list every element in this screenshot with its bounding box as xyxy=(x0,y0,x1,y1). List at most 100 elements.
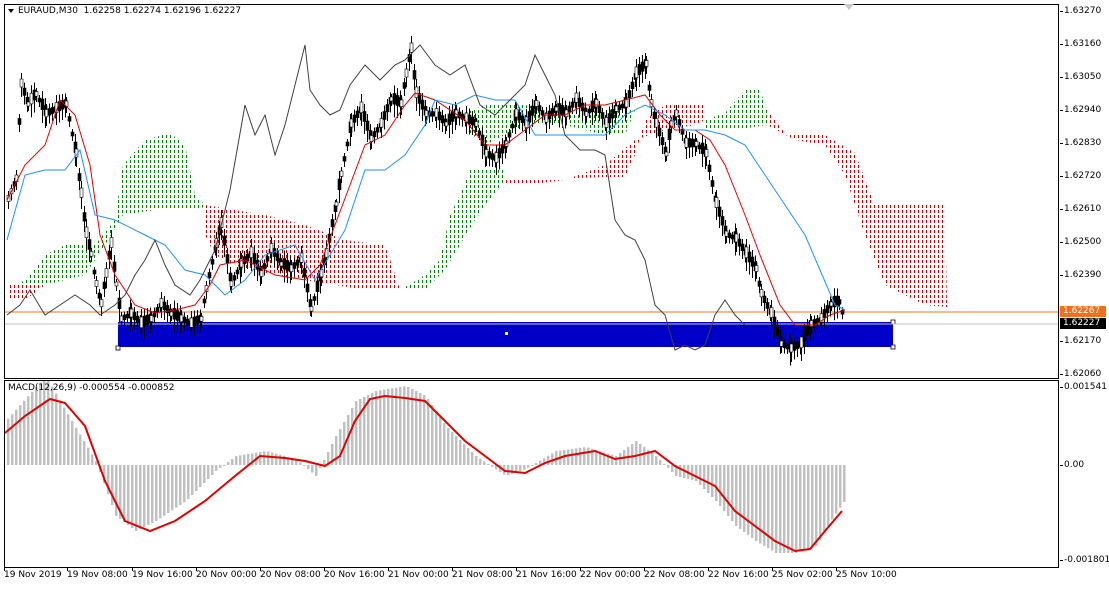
candle-body xyxy=(22,87,27,96)
price-tick-label: 1.62830 xyxy=(1059,138,1102,148)
candle-body xyxy=(497,148,502,159)
macd-histogram-bar xyxy=(199,465,202,487)
candle-body xyxy=(279,261,284,267)
macd-histogram-bar xyxy=(787,465,790,553)
candle-body xyxy=(132,312,137,321)
candle-body xyxy=(837,299,842,305)
candle-body xyxy=(109,237,114,248)
macd-histogram-bar xyxy=(271,452,274,465)
time-tick-label: 20 Nov 16:00 xyxy=(324,568,385,580)
macd-histogram-bar xyxy=(651,453,654,465)
macd-histogram-bar xyxy=(167,465,170,513)
time-tick-label: 21 Nov 00:00 xyxy=(388,568,449,580)
candle-body xyxy=(520,115,525,123)
macd-histogram-bar xyxy=(667,465,670,468)
candle-body xyxy=(792,342,797,351)
macd-histogram-bar xyxy=(299,462,302,465)
candle-body xyxy=(412,70,417,80)
candle-body xyxy=(540,110,545,116)
chart-shift-marker-icon[interactable] xyxy=(844,4,854,10)
macd-histogram-bar xyxy=(43,381,46,465)
candle-body xyxy=(192,316,197,326)
candle-body xyxy=(654,118,659,128)
macd-histogram-bar xyxy=(35,387,38,465)
candle-body xyxy=(640,61,645,72)
candle-body xyxy=(657,127,662,137)
macd-histogram-bar xyxy=(643,447,646,465)
macd-histogram-bar xyxy=(115,465,118,516)
candle-body xyxy=(207,272,212,279)
candle-body xyxy=(474,121,479,127)
macd-histogram-bar xyxy=(731,465,734,521)
macd-histogram-bar xyxy=(63,407,66,465)
candle-body xyxy=(342,156,347,162)
macd-histogram-bar xyxy=(523,465,526,470)
candle-body xyxy=(404,68,409,78)
candle-body xyxy=(114,281,119,287)
macd-histogram-bar xyxy=(483,461,486,465)
macd-histogram-bar xyxy=(379,390,382,465)
candle-body xyxy=(587,108,592,114)
candle-body xyxy=(430,111,435,117)
kumo-bear-cloud xyxy=(767,110,947,307)
candle-body xyxy=(765,302,770,309)
chart-menu-icon[interactable] xyxy=(8,8,14,13)
candle-body xyxy=(37,97,42,103)
time-axis[interactable]: 19 Nov 2019 19 Nov 08:00 19 Nov 16:00 20 No… xyxy=(4,568,1059,589)
macd-histogram-bar xyxy=(611,454,614,465)
candle-body xyxy=(697,144,702,150)
macd-histogram-bar xyxy=(795,465,798,553)
candle-body xyxy=(149,315,154,322)
candle-body xyxy=(477,130,482,136)
macd-histogram-bar xyxy=(91,454,94,465)
macd-histogram-bar xyxy=(715,465,718,501)
macd-histogram-bar xyxy=(351,408,354,465)
candle-body xyxy=(369,135,374,142)
macd-histogram-bar xyxy=(791,465,794,553)
macd-tick-label: -0.001801 xyxy=(1059,555,1109,565)
candle-body xyxy=(730,234,735,240)
candle-body xyxy=(84,226,89,238)
price-tick-label: 1.63270 xyxy=(1059,6,1102,16)
candle-body xyxy=(47,108,52,116)
macd-histogram-bar xyxy=(807,465,810,549)
candle-body xyxy=(467,114,472,124)
macd-histogram-bar xyxy=(259,452,262,465)
macd-histogram-bar xyxy=(447,428,450,465)
macd-histogram-bar xyxy=(479,458,482,465)
candle-body xyxy=(674,109,679,117)
macd-histogram-bar xyxy=(227,462,230,465)
price-tick-label: 1.62170 xyxy=(1059,336,1102,346)
macd-histogram-bar xyxy=(735,465,738,526)
candle-body xyxy=(604,117,609,128)
macd-histogram-bar xyxy=(739,465,742,529)
candle-body xyxy=(424,110,429,117)
macd-canvas[interactable] xyxy=(5,381,1058,567)
macd-histogram-bar xyxy=(279,454,282,465)
macd-histogram-bar xyxy=(203,465,206,483)
price-tick-label: 1.63160 xyxy=(1059,39,1102,49)
macd-pane[interactable] xyxy=(4,380,1059,568)
macd-axis[interactable]: 0.001541 0.00 -0.001801 xyxy=(1059,380,1109,568)
candle-body xyxy=(537,105,542,112)
candle-body xyxy=(262,263,267,270)
time-tick-label: 25 Nov 10:00 xyxy=(836,568,897,580)
candle-body xyxy=(584,111,589,117)
candle-body xyxy=(265,256,270,262)
candle-body xyxy=(162,301,167,311)
macd-histogram-bar xyxy=(323,460,326,465)
price-chart-pane[interactable] xyxy=(4,4,1059,379)
candle-body xyxy=(159,298,164,308)
candle-body xyxy=(450,111,455,122)
price-axis[interactable]: 1.63270 1.63160 1.63050 1.62940 1.62830 1.627… xyxy=(1059,4,1109,379)
candle-body xyxy=(822,309,827,318)
macd-histogram-bar xyxy=(395,387,398,465)
candle-body xyxy=(734,233,739,243)
candle-body xyxy=(534,100,539,107)
candle-body xyxy=(744,246,749,258)
candle-body xyxy=(269,243,274,253)
candle-body xyxy=(762,295,767,303)
candle-body xyxy=(447,113,452,125)
price-chart-canvas[interactable] xyxy=(5,5,1058,378)
macd-histogram-bar xyxy=(83,441,86,465)
